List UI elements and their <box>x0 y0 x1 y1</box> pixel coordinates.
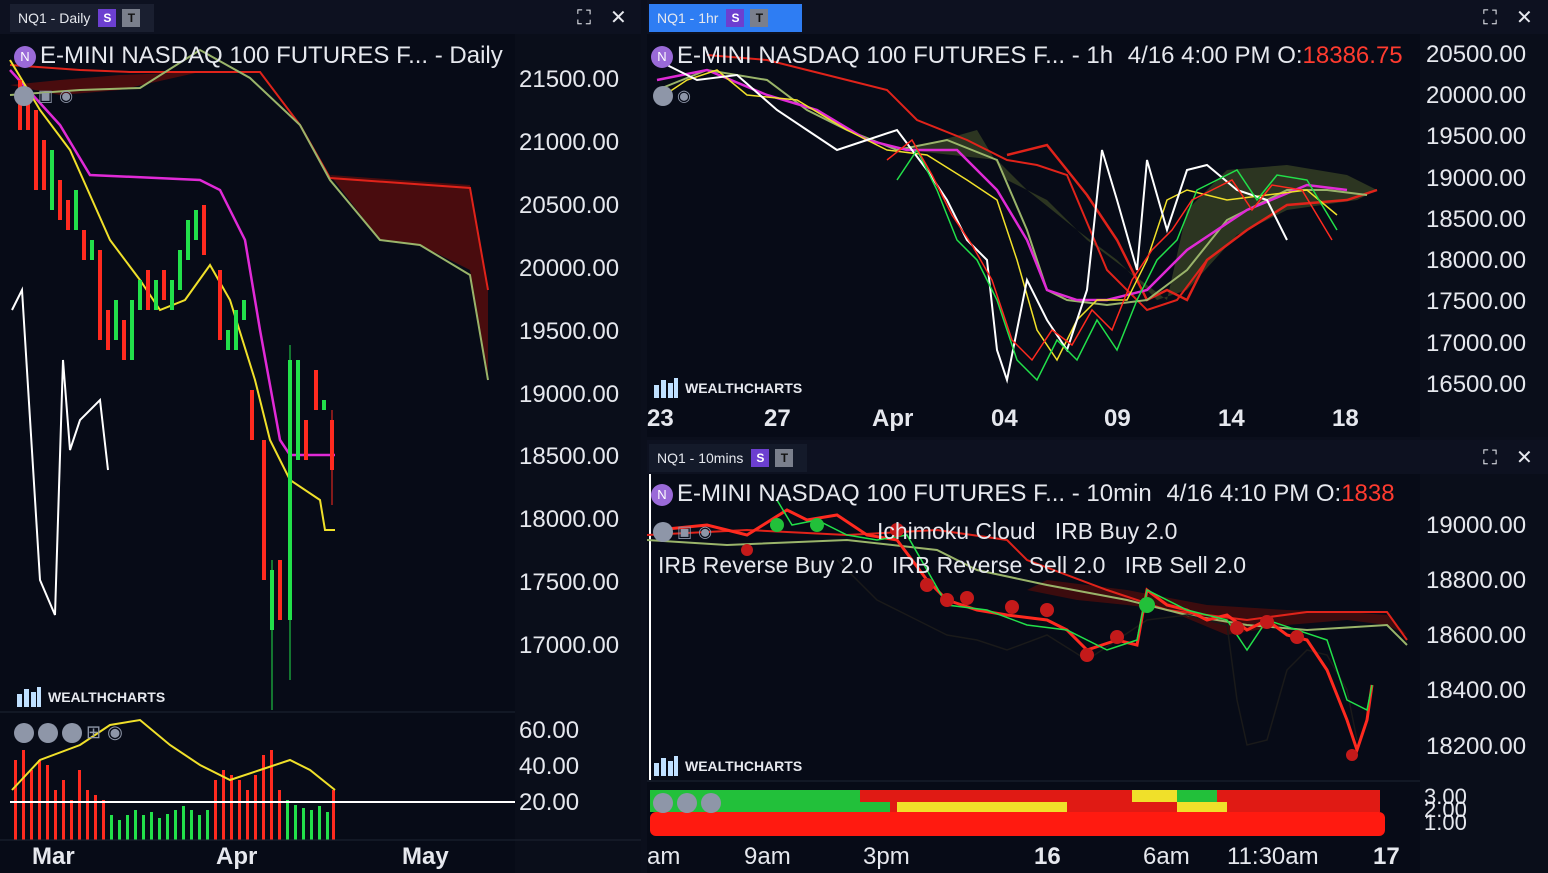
y-tick: 19000.00 <box>1426 165 1527 192</box>
y-tick: 20000.00 <box>519 255 620 282</box>
y-tick: 18500.00 <box>519 443 620 470</box>
y-tick: 18400.00 <box>1426 677 1527 704</box>
settings-icon[interactable]: ▣ <box>677 522 692 542</box>
indicator-irb-buy[interactable]: IRB Buy 2.0 <box>1055 518 1178 544</box>
y-tick: 18500.00 <box>1426 206 1527 233</box>
symbol-icon: N <box>14 45 36 68</box>
chart-title: N E-MINI NASDAQ 100 FUTURES F... - 1h 4/1… <box>651 42 1403 70</box>
indicator-irb-sell[interactable]: IRB Sell 2.0 <box>1125 552 1246 578</box>
volume-histogram <box>14 750 335 840</box>
x-tick: 18 <box>1332 405 1359 432</box>
x-tick: 09 <box>1104 405 1131 432</box>
wealthcharts-logo-icon <box>17 687 41 707</box>
symbol-icon: N <box>651 483 673 506</box>
y-tick: 17500.00 <box>519 569 620 596</box>
x-tick: Mar <box>32 843 75 870</box>
hide-overlay-icon[interactable] <box>653 522 673 542</box>
hide-overlay-icon[interactable] <box>14 86 34 106</box>
y-tick: 18000.00 <box>519 506 620 533</box>
watermark: WEALTHCHARTS <box>653 755 802 777</box>
x-tick: 04 <box>991 405 1018 432</box>
settings-icon[interactable]: ▣ <box>38 86 53 106</box>
indicator-controls <box>653 793 725 813</box>
y-tick: 20000.00 <box>1426 82 1527 109</box>
indicator-legend-line1: Ichimoku Cloud IRB Buy 2.0 <box>877 518 1177 545</box>
wealthcharts-logo-icon <box>654 378 678 398</box>
x-tick: Apr <box>216 843 258 870</box>
sub-tick: 1.00 <box>1424 810 1467 835</box>
y-tick: 18200.00 <box>1426 733 1527 760</box>
indicator-ichimoku[interactable]: Ichimoku Cloud <box>877 518 1036 544</box>
x-tick: 11:30am <box>1227 843 1319 870</box>
x-tick: 27 <box>764 405 791 432</box>
daily-chart-panel[interactable]: NQ1 - Daily S T ⛶ ✕ N E-MINI NASDAQ 100 … <box>0 0 641 873</box>
y-tick: 21500.00 <box>519 66 620 93</box>
x-tick: 17 <box>1373 843 1400 870</box>
y-tick: 20500.00 <box>519 192 620 219</box>
y-tick: 19500.00 <box>1426 123 1527 150</box>
hide-overlay-icon[interactable] <box>653 86 673 106</box>
y-tick: 16500.00 <box>1426 371 1527 398</box>
y-tick: 18800.00 <box>1426 567 1527 594</box>
indicator-irb-reverse-buy[interactable]: IRB Reverse Buy 2.0 <box>658 552 873 578</box>
sub-tick: 20.00 <box>519 789 580 816</box>
ten-minute-chart-panel[interactable]: NQ1 - 10mins S T ⛶ ✕ N E-MINI NASDAQ 100… <box>647 440 1548 873</box>
overlay-controls: ◉ <box>653 86 691 106</box>
x-tick: 3pm <box>863 843 910 870</box>
move-up-icon[interactable] <box>62 722 82 743</box>
overlay-controls: ▣ ◉ <box>14 86 73 106</box>
eye-icon[interactable]: ◉ <box>698 522 712 542</box>
y-tick: 18600.00 <box>1426 622 1527 649</box>
x-tick: am <box>647 843 681 870</box>
move-up-icon[interactable] <box>701 793 721 813</box>
y-tick: 19000.00 <box>519 381 620 408</box>
add-icon[interactable]: ⊞ <box>86 722 101 743</box>
indicator-legend-line2: IRB Reverse Buy 2.0 IRB Reverse Sell 2.0… <box>658 552 1246 579</box>
watermark: WEALTHCHARTS <box>16 686 165 708</box>
x-tick: Apr <box>872 405 914 432</box>
move-down-icon[interactable] <box>38 722 58 743</box>
y-tick: 17500.00 <box>1426 288 1527 315</box>
hide-indicator-icon[interactable] <box>653 793 673 813</box>
x-tick: 9am <box>744 843 791 870</box>
x-tick: 6am <box>1143 843 1190 870</box>
y-tick: 17000.00 <box>1426 330 1527 357</box>
y-tick: 17000.00 <box>519 632 620 659</box>
chart-title: N E-MINI NASDAQ 100 FUTURES F... - 10min … <box>651 480 1395 508</box>
y-tick: 19500.00 <box>519 318 620 345</box>
x-tick: 23 <box>647 405 674 432</box>
x-tick: 14 <box>1218 405 1245 432</box>
eye-icon[interactable]: ◉ <box>677 86 691 106</box>
indicator-irb-reverse-sell[interactable]: IRB Reverse Sell 2.0 <box>892 552 1105 578</box>
sub-tick: 60.00 <box>519 717 580 744</box>
eye-icon[interactable]: ◉ <box>59 86 73 106</box>
hide-indicator-icon[interactable] <box>14 722 34 743</box>
move-down-icon[interactable] <box>677 793 697 813</box>
open-price: 1838 <box>1341 480 1395 507</box>
x-tick: 16 <box>1034 843 1061 870</box>
y-tick: 20500.00 <box>1426 41 1527 68</box>
sub-tick: 40.00 <box>519 753 580 780</box>
y-tick: 19000.00 <box>1426 512 1527 539</box>
x-tick: May <box>402 843 449 870</box>
eye-icon[interactable]: ◉ <box>107 722 123 743</box>
hourly-chart-panel[interactable]: NQ1 - 1hr S T ⛶ ✕ N E-MINI NASDAQ 100 FUT… <box>647 0 1548 437</box>
chart-title: N E-MINI NASDAQ 100 FUTURES F... - Daily <box>14 42 503 70</box>
y-tick: 18000.00 <box>1426 247 1527 274</box>
symbol-icon: N <box>651 45 673 68</box>
watermark: WEALTHCHARTS <box>653 377 802 399</box>
indicator-controls: ⊞ ◉ <box>14 722 123 743</box>
y-tick: 21000.00 <box>519 129 620 156</box>
open-price: 18386.75 <box>1302 42 1403 69</box>
wealthcharts-logo-icon <box>654 756 678 776</box>
overlay-controls: ▣ ◉ <box>653 522 712 542</box>
